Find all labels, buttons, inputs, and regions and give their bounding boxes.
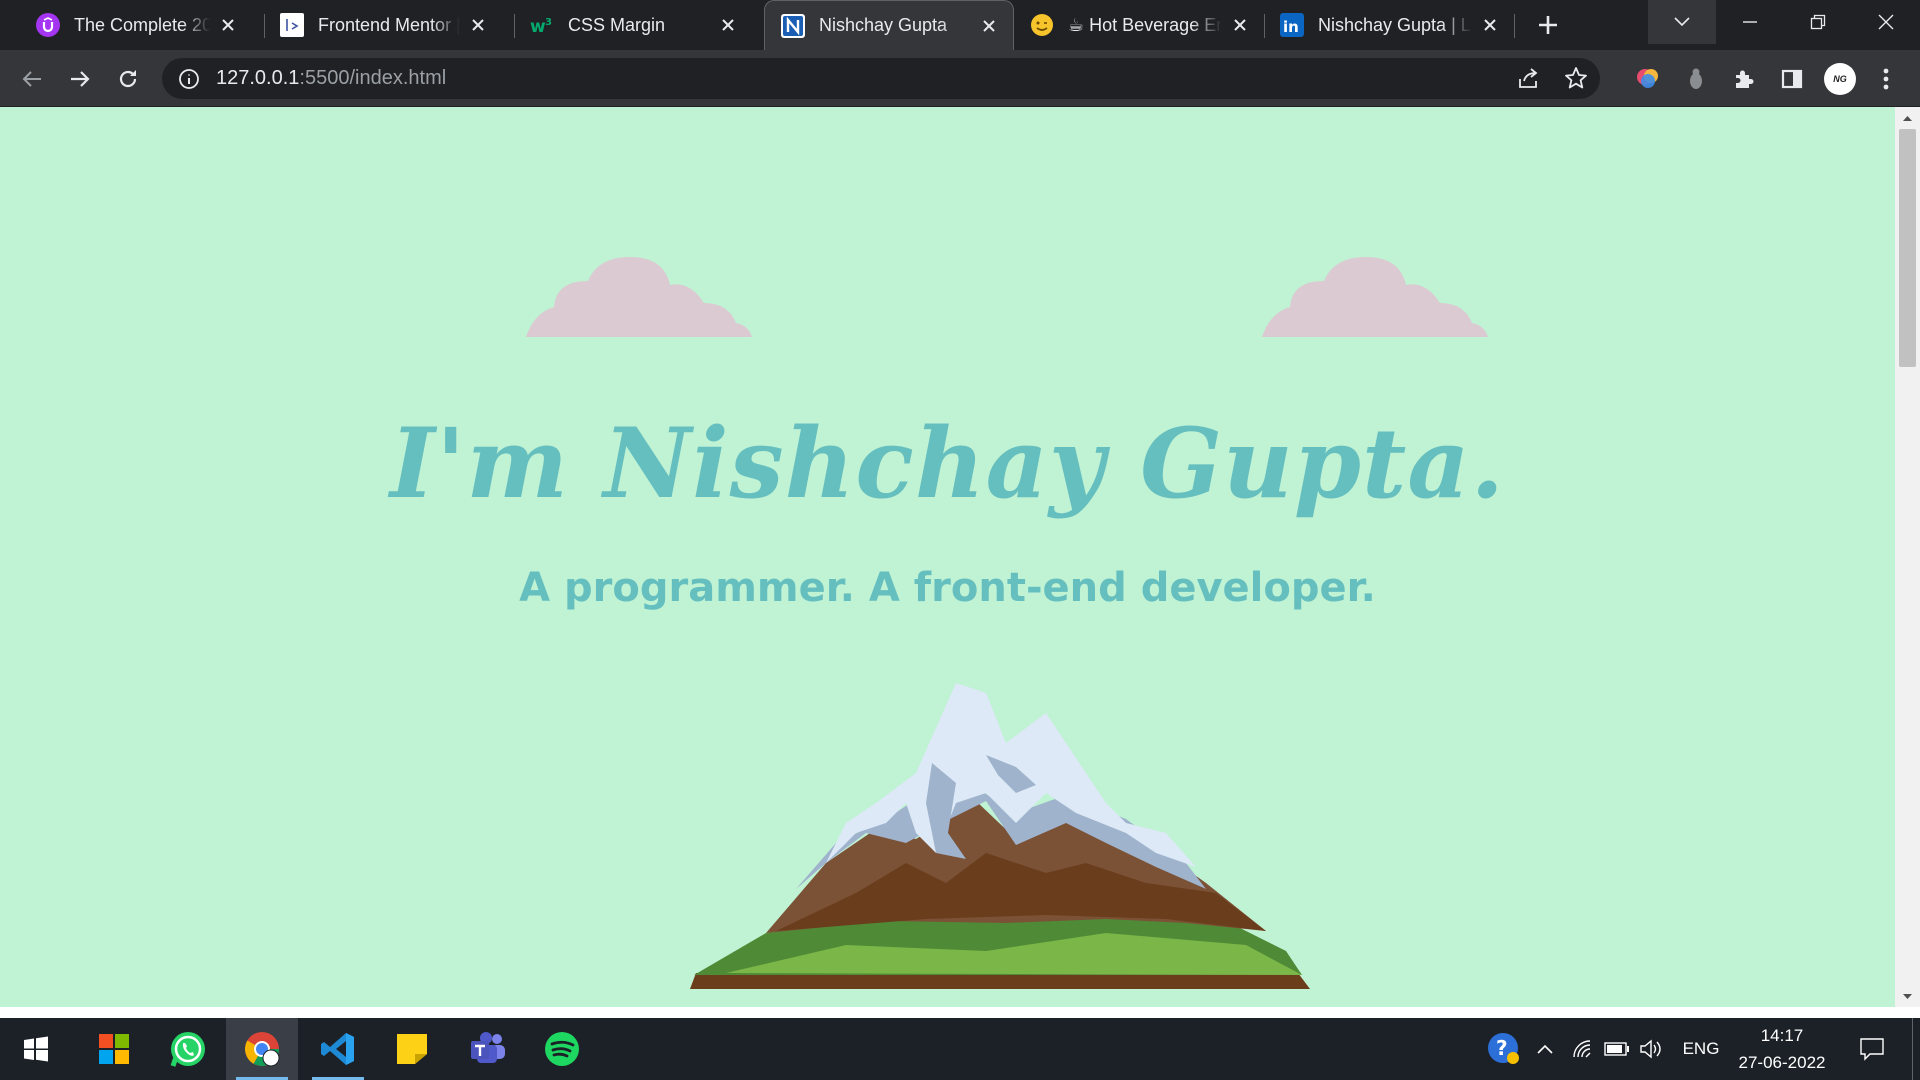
vscode-icon[interactable]: [302, 1018, 374, 1080]
teams-icon[interactable]: [452, 1018, 524, 1080]
volume-icon[interactable]: [1636, 1018, 1666, 1080]
svg-text:w: w: [530, 17, 546, 37]
tab-hot-beverage[interactable]: ☕ Hot Beverage Emoji: [1014, 0, 1264, 50]
help-icon[interactable]: ?: [1484, 1018, 1524, 1080]
svg-text:?: ?: [1496, 1036, 1508, 1060]
notion-icon: [781, 13, 805, 38]
bug-extension-icon[interactable]: [1678, 61, 1714, 97]
reload-button[interactable]: [110, 61, 146, 97]
back-button[interactable]: [14, 61, 50, 97]
show-hidden-icons-chevron-icon[interactable]: [1530, 1018, 1560, 1080]
scroll-down-arrow-icon[interactable]: [1901, 990, 1914, 1003]
language-indicator[interactable]: ENG: [1676, 1018, 1726, 1080]
url-host: 127.0.0.1: [216, 67, 300, 89]
hero-subtitle: A programmer. A front-end developer.: [519, 565, 1376, 611]
tab-title: Frontend Mentor | Front-end coding chall…: [318, 14, 460, 35]
tab-strip: The Complete 2022 Web Development Bootca…: [0, 0, 1920, 50]
notifications-icon[interactable]: [1852, 1018, 1892, 1080]
svg-text:3: 3: [545, 17, 552, 28]
close-window-button[interactable]: [1852, 0, 1920, 44]
sticky-notes-icon[interactable]: [376, 1018, 448, 1080]
emoji-icon: [1030, 13, 1054, 37]
tab-title: Nishchay Gupta | LinkedIn: [1318, 14, 1472, 35]
clock[interactable]: 14:17 27-06-2022: [1732, 1018, 1832, 1080]
w3schools-icon: w3: [530, 13, 554, 37]
battery-icon[interactable]: [1602, 1018, 1632, 1080]
tab-search-button[interactable]: [1648, 0, 1716, 44]
hero-title: I'm Nishchay Gupta.: [390, 407, 1505, 520]
web-page: I'm Nishchay Gupta. A programmer. A fron…: [0, 107, 1895, 1007]
close-tab-icon[interactable]: [716, 13, 740, 37]
tab-frontend-mentor[interactable]: Frontend Mentor | Front-end coding chall…: [264, 0, 502, 50]
tab-nishchay-gupta[interactable]: Nishchay Gupta: [764, 0, 1014, 50]
udemy-icon: [36, 13, 60, 37]
page-scrollbar[interactable]: [1895, 107, 1920, 1007]
chrome-icon[interactable]: [226, 1018, 298, 1080]
forward-button[interactable]: [62, 61, 98, 97]
restore-button[interactable]: [1784, 0, 1852, 44]
mountain-illustration: [690, 683, 1310, 989]
share-icon[interactable]: [1516, 67, 1540, 96]
show-desktop-button[interactable]: [1912, 1018, 1920, 1080]
chrome-menu-icon[interactable]: [1868, 61, 1904, 97]
profile-avatar[interactable]: NG: [1822, 61, 1858, 97]
clock-time: 14:17: [1760, 1026, 1804, 1045]
minimize-button[interactable]: [1716, 0, 1784, 44]
close-tab-icon[interactable]: [1478, 13, 1502, 37]
windows-start-icon[interactable]: [0, 1018, 72, 1080]
whatsapp-icon[interactable]: [152, 1018, 224, 1080]
scroll-thumb[interactable]: [1899, 129, 1916, 367]
tab-title: CSS Margin: [568, 14, 666, 35]
tab-linkedin[interactable]: in Nishchay Gupta | LinkedIn: [1264, 0, 1514, 50]
tab-title: ☕ Hot Beverage Emoji: [1068, 14, 1222, 35]
site-info-icon[interactable]: [178, 68, 200, 90]
browser-toolbar: 127.0.0.1:5500/index.html NG: [0, 50, 1920, 107]
close-tab-icon[interactable]: [466, 13, 490, 37]
windows-taskbar: ? ENG 14:17 27-06-2022: [0, 1018, 1920, 1080]
page-viewport: I'm Nishchay Gupta. A programmer. A fron…: [0, 107, 1920, 1007]
language-label: ENG: [1682, 1039, 1720, 1058]
scroll-up-arrow-icon[interactable]: [1901, 112, 1914, 125]
side-panel-icon[interactable]: [1774, 61, 1810, 97]
spotify-icon[interactable]: [526, 1018, 598, 1080]
close-tab-icon[interactable]: [1228, 13, 1252, 37]
bookmark-star-icon[interactable]: [1564, 66, 1588, 95]
color-picker-extension-icon[interactable]: [1630, 61, 1666, 97]
tab-udemy[interactable]: The Complete 2022 Web Development Bootca…: [20, 0, 252, 50]
right-cloud: [1262, 257, 1488, 337]
close-tab-icon[interactable]: [977, 14, 1001, 38]
linkedin-icon: in: [1280, 13, 1304, 37]
tab-title: Nishchay Gupta: [819, 15, 948, 35]
close-tab-icon[interactable]: [216, 13, 240, 37]
new-tab-button[interactable]: [1530, 7, 1566, 43]
url-path: :5500/index.html: [299, 67, 447, 89]
address-bar[interactable]: 127.0.0.1:5500/index.html: [162, 58, 1600, 99]
extensions-puzzle-icon[interactable]: [1726, 61, 1762, 97]
profile-initials: NG: [1824, 63, 1856, 95]
wifi-icon[interactable]: [1568, 1018, 1598, 1080]
svg-text:in: in: [1283, 18, 1299, 36]
page-bottom-strip: [0, 1007, 1920, 1018]
tab-separator: [1514, 14, 1515, 38]
tab-css-margin[interactable]: w3 CSS Margin: [514, 0, 752, 50]
frontend-mentor-icon: [280, 13, 304, 37]
url-text[interactable]: 127.0.0.1:5500/index.html: [216, 67, 446, 90]
left-cloud: [526, 257, 752, 337]
tab-title: The Complete 2022 Web Development Bootca…: [74, 14, 210, 35]
microsoft-store-icon[interactable]: [78, 1018, 150, 1080]
clock-date: 27-06-2022: [1738, 1053, 1826, 1072]
